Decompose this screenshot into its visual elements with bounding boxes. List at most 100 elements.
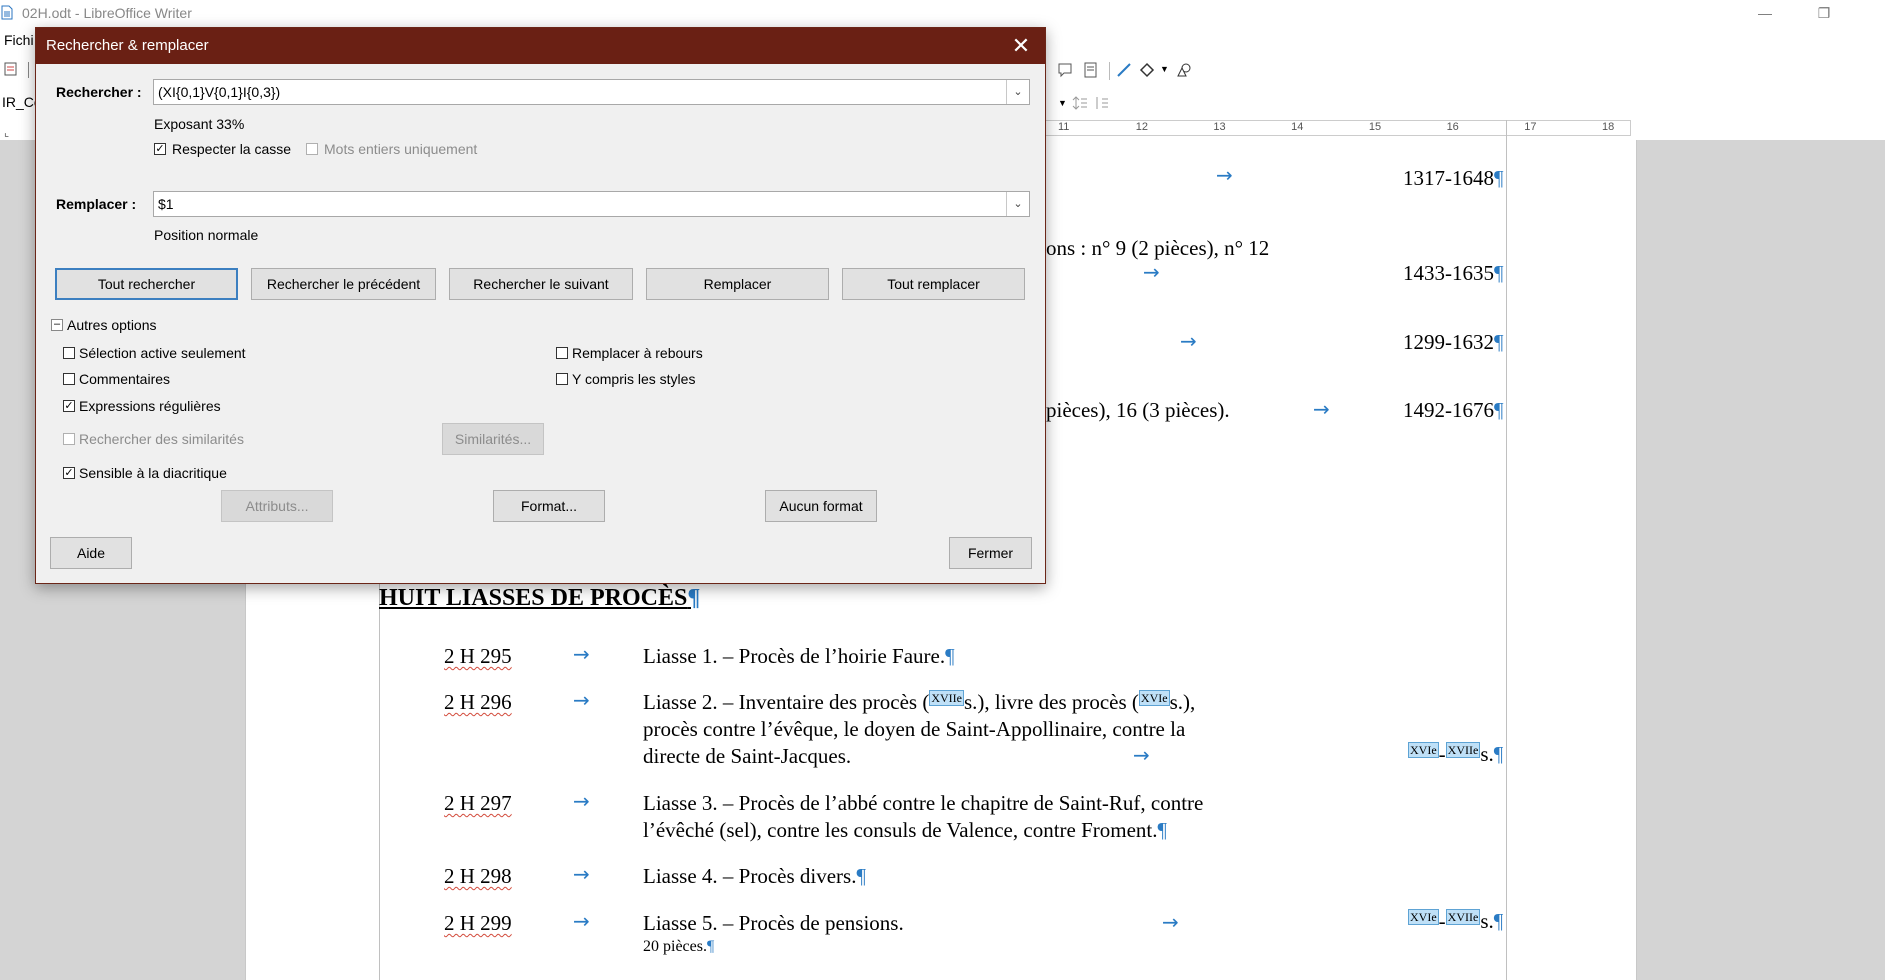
current-selection-checkbox[interactable] xyxy=(63,347,75,359)
whole-words-checkbox[interactable] xyxy=(306,143,318,155)
century-range: XVIe- XVIIes.¶ xyxy=(1408,742,1504,766)
date-range: 1492-1676¶ xyxy=(1403,398,1504,422)
comments-checkbox[interactable] xyxy=(63,373,75,385)
diacritics-label[interactable]: Sensible à la diacritique xyxy=(79,465,227,481)
replace-backwards-checkbox[interactable] xyxy=(556,347,568,359)
format-button[interactable]: Format... xyxy=(493,490,605,522)
no-format-button[interactable]: Aucun format xyxy=(765,490,877,522)
entry-text: Liasse 3. – Procès de l’abbé contre le c… xyxy=(643,791,1204,815)
entry-text: procès contre l’évêque, le doyen de Sain… xyxy=(643,717,1186,741)
basic-shapes-icon[interactable] xyxy=(1139,62,1155,78)
whole-words-label[interactable]: Mots entiers uniquement xyxy=(324,141,477,157)
tab-arrow: → xyxy=(1162,910,1179,934)
minimize-icon[interactable]: — xyxy=(1742,0,1788,26)
date-range: 1317-1648¶ xyxy=(1403,166,1504,190)
comment-icon[interactable] xyxy=(1057,62,1073,78)
archive-reference: 2 H 297 xyxy=(444,791,512,815)
symbol-shapes-icon[interactable] xyxy=(1176,62,1192,78)
close-icon[interactable]: ✕ xyxy=(1007,32,1035,60)
match-case-label[interactable]: Respecter la casse xyxy=(172,141,291,157)
entry-text: Liasse 2. – Inventaire des procès (XVIIe… xyxy=(643,690,1196,714)
find-replace-dialog: Rechercher & remplacer ✕ Rechercher : (X… xyxy=(35,27,1046,584)
tab-arrow: → xyxy=(1313,397,1330,421)
dialog-title: Rechercher & remplacer xyxy=(46,37,209,54)
replace-label: Remplacer : xyxy=(56,196,137,212)
horizontal-ruler[interactable]: 11 12 13 14 15 16 17 18 xyxy=(1045,120,1631,136)
ruler-tick-label: 14 xyxy=(1291,121,1304,133)
chevron-down-icon[interactable]: ▼ xyxy=(1058,98,1067,108)
chevron-down-icon[interactable]: ⌄ xyxy=(1006,80,1029,104)
replace-format-label: Position normale xyxy=(154,227,259,243)
find-next-button[interactable]: Rechercher le suivant xyxy=(449,268,633,300)
tab-arrow: → xyxy=(573,642,590,666)
search-highlight: XVIe xyxy=(1138,690,1170,706)
find-combobox[interactable]: (XI{0,1}V{0,1}I{0,3}) ⌄ xyxy=(153,79,1030,105)
find-label: Rechercher : xyxy=(56,84,142,100)
other-options-toggle[interactable]: Autres options xyxy=(67,317,157,333)
track-changes-icon[interactable] xyxy=(1083,62,1099,78)
archive-reference: 2 H 299 xyxy=(444,911,512,935)
section-heading: HUIT LIASSES DE PROCÈS¶ xyxy=(379,585,701,611)
archive-reference: 2 H 295 xyxy=(444,644,512,668)
replace-all-button[interactable]: Tout remplacer xyxy=(842,268,1025,300)
tab-arrow: → xyxy=(573,862,590,886)
chevron-down-icon[interactable]: ▼ xyxy=(1160,64,1169,74)
ruler-tick-label: 13 xyxy=(1213,121,1226,133)
new-document-icon[interactable] xyxy=(4,62,18,76)
document-line: ons : n° 9 (2 pièces), n° 12 xyxy=(1046,236,1270,260)
tab-arrow: → xyxy=(573,789,590,813)
entry-text: Liasse 4. – Procès divers.¶ xyxy=(643,864,866,888)
similarity-label[interactable]: Rechercher des similarités xyxy=(79,431,244,447)
restore-icon[interactable]: ❐ xyxy=(1801,0,1847,26)
decrease-spacing-icon[interactable] xyxy=(1093,96,1109,110)
window-title: 02H.odt - LibreOffice Writer xyxy=(22,5,192,21)
search-highlight: XVIe xyxy=(1408,742,1439,758)
search-highlight: XVIIe xyxy=(929,690,964,706)
tab-arrow: → xyxy=(573,909,590,933)
collapse-icon[interactable]: – xyxy=(51,319,63,331)
find-previous-button[interactable]: Rechercher le précédent xyxy=(251,268,436,300)
tab-arrow: → xyxy=(1143,260,1160,284)
similarities-button[interactable]: Similarités... xyxy=(442,423,544,455)
including-styles-checkbox[interactable] xyxy=(556,373,568,385)
right-text-boundary xyxy=(1506,120,1507,980)
help-button[interactable]: Aide xyxy=(50,537,132,569)
entry-note: 20 pièces.¶ xyxy=(643,938,715,955)
regex-checkbox[interactable]: ✓ xyxy=(63,400,75,412)
date-range: 1433-1635¶ xyxy=(1403,261,1504,285)
replace-button[interactable]: Remplacer xyxy=(646,268,829,300)
ruler-tick-label: 15 xyxy=(1368,121,1382,133)
increase-spacing-icon[interactable] xyxy=(1072,96,1088,110)
entry-text: Liasse 1. – Procès de l’hoirie Faure.¶ xyxy=(643,644,955,668)
date-range: 1299-1632¶ xyxy=(1403,330,1504,354)
replace-input-value: $1 xyxy=(158,196,174,212)
match-case-checkbox[interactable]: ✓ xyxy=(154,143,166,155)
ruler-corner-marker: ⌞ xyxy=(4,127,10,139)
tab-arrow: → xyxy=(1180,329,1197,353)
search-highlight: XVIe xyxy=(1408,909,1439,925)
toolbar-separator xyxy=(1109,62,1112,80)
similarity-checkbox[interactable] xyxy=(63,433,75,445)
replace-backwards-label[interactable]: Remplacer à rebours xyxy=(572,345,703,361)
century-range: XVIe- XVIIes.¶ xyxy=(1408,909,1504,933)
menu-file[interactable]: Fichi xyxy=(4,32,34,48)
attributes-button[interactable]: Attributs... xyxy=(221,490,333,522)
diacritics-checkbox[interactable]: ✓ xyxy=(63,467,75,479)
ruler-tick-label: 16 xyxy=(1446,121,1459,133)
ruler-tick-label: 11 xyxy=(1058,121,1070,133)
including-styles-label[interactable]: Y compris les styles xyxy=(572,371,695,387)
chevron-down-icon[interactable]: ⌄ xyxy=(1006,192,1029,216)
find-all-button[interactable]: Tout rechercher xyxy=(55,268,238,300)
close-button[interactable]: Fermer xyxy=(949,537,1032,569)
comments-label[interactable]: Commentaires xyxy=(79,371,170,387)
ruler-tick-label: 17 xyxy=(1524,121,1537,133)
window-titlebar: 02H.odt - LibreOffice Writer — ❐ xyxy=(0,0,1885,26)
line-icon[interactable] xyxy=(1116,62,1132,78)
left-text-boundary xyxy=(379,584,380,980)
tab-arrow: → xyxy=(1216,163,1233,187)
current-selection-label[interactable]: Sélection active seulement xyxy=(79,345,246,361)
regex-label[interactable]: Expressions régulières xyxy=(79,398,221,414)
find-input-value: (XI{0,1}V{0,1}I{0,3}) xyxy=(158,84,281,100)
archive-reference: 2 H 298 xyxy=(444,864,512,888)
replace-combobox[interactable]: $1 ⌄ xyxy=(153,191,1030,217)
